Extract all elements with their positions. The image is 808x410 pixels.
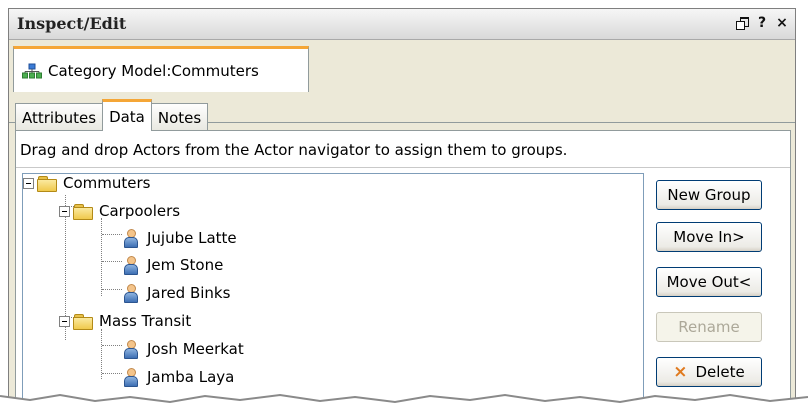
- folder-icon: [37, 175, 57, 192]
- data-panel: Drag and drop Actors from the Actor navi…: [15, 130, 791, 410]
- delete-button[interactable]: × Delete: [656, 357, 762, 387]
- instruction-text: Drag and drop Actors from the Actor navi…: [20, 141, 568, 159]
- tab-attributes[interactable]: Attributes: [15, 103, 104, 131]
- tree-member-label: Jamba Laya: [147, 368, 235, 386]
- delete-icon: ×: [673, 362, 688, 382]
- collapse-icon[interactable]: [59, 205, 70, 217]
- window-title: Inspect/Edit: [17, 14, 127, 33]
- tree-member[interactable]: Jared Binks: [123, 281, 230, 305]
- hierarchy-icon: [22, 63, 42, 78]
- tree-member[interactable]: Josh Meerkat: [123, 337, 244, 361]
- tree-root[interactable]: Commuters: [23, 174, 151, 195]
- tree-group[interactable]: Mass Transit: [59, 309, 191, 333]
- tree-member[interactable]: Jamba Laya: [123, 365, 234, 389]
- group-tree[interactable]: Commuters Carpoolers Jujube Latte Jem St…: [22, 173, 644, 410]
- torn-edge: [0, 393, 808, 410]
- move-out-button[interactable]: Move Out<: [656, 267, 762, 297]
- new-group-button[interactable]: New Group: [656, 180, 762, 210]
- collapse-icon[interactable]: [23, 177, 34, 189]
- tree-member[interactable]: Jem Stone: [123, 253, 223, 277]
- tree-member-label: Josh Meerkat: [147, 340, 244, 358]
- model-tab-label: Category Model:Commuters: [48, 61, 259, 80]
- tree-group-label: Carpoolers: [99, 202, 181, 220]
- collapse-icon[interactable]: [59, 315, 70, 327]
- sub-tab-bar: Attributes Data Notes: [15, 99, 209, 131]
- help-icon[interactable]: ?: [755, 15, 769, 31]
- person-icon: [123, 368, 138, 387]
- title-bar: Inspect/Edit ? ×: [9, 9, 795, 40]
- restore-icon[interactable]: [735, 15, 749, 31]
- tab-data[interactable]: Data: [102, 99, 152, 131]
- person-icon: [123, 229, 138, 248]
- tab-category-model[interactable]: Category Model:Commuters: [13, 46, 309, 92]
- person-icon: [123, 284, 138, 303]
- inspect-edit-window: Inspect/Edit ? × Category Model:Commuter…: [8, 8, 796, 410]
- folder-icon: [73, 313, 93, 330]
- tree-member-label: Jem Stone: [147, 256, 224, 274]
- tab-notes[interactable]: Notes: [150, 103, 209, 131]
- tree-member-label: Jared Binks: [147, 284, 231, 302]
- tree-member-label: Jujube Latte: [147, 229, 237, 247]
- tree-member[interactable]: Jujube Latte: [123, 226, 237, 250]
- person-icon: [123, 340, 138, 359]
- model-tab-strip: Category Model:Commuters: [9, 40, 795, 123]
- person-icon: [123, 256, 138, 275]
- move-in-button[interactable]: Move In>: [656, 222, 762, 252]
- close-icon[interactable]: ×: [775, 15, 789, 31]
- rename-button[interactable]: Rename: [656, 312, 762, 342]
- delete-button-label: Delete: [695, 363, 745, 381]
- tree-root-label: Commuters: [63, 174, 151, 192]
- folder-icon: [73, 203, 93, 220]
- tree-group-label: Mass Transit: [99, 312, 192, 330]
- tree-group[interactable]: Carpoolers: [59, 199, 180, 223]
